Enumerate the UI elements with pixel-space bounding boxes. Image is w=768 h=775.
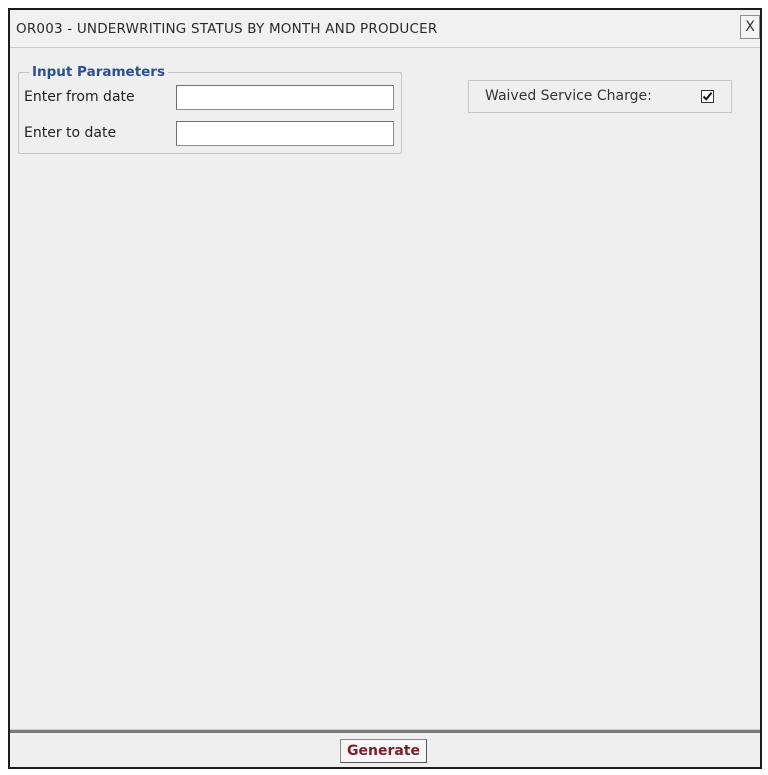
input-parameters-group: Input Parameters Enter from date Enter t… [18, 63, 402, 154]
input-parameters-legend: Input Parameters [29, 63, 168, 81]
to-date-input[interactable] [176, 121, 394, 146]
waived-service-charge-label: Waived Service Charge: [485, 88, 652, 104]
close-button[interactable]: X [740, 15, 760, 39]
to-date-label: Enter to date [24, 125, 117, 141]
dialog-footer: Generate [10, 730, 760, 767]
from-date-input[interactable] [176, 85, 394, 110]
checkmark-icon [702, 92, 713, 101]
dialog-title: OR003 - UNDERWRITING STATUS BY MONTH AND… [16, 21, 438, 37]
waived-service-charge-checkbox[interactable] [701, 90, 714, 103]
waived-service-charge-option: Waived Service Charge: [468, 80, 732, 113]
report-dialog: OR003 - UNDERWRITING STATUS BY MONTH AND… [8, 8, 762, 769]
generate-button[interactable]: Generate [340, 739, 427, 763]
from-date-label: Enter from date [24, 89, 135, 105]
dialog-titlebar: OR003 - UNDERWRITING STATUS BY MONTH AND… [10, 10, 760, 48]
